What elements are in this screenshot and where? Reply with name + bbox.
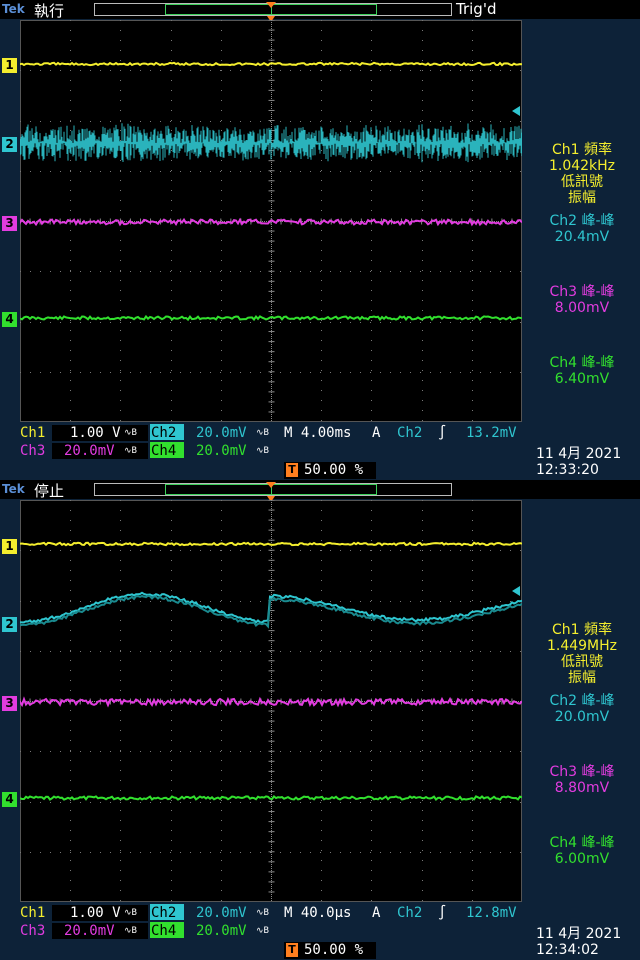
run-state: 執行 xyxy=(34,2,65,20)
measurement-panel: Ch1 頻率 1.042kHz 低訊號 振幅 Ch2 峰-峰 20.4mV Ch… xyxy=(524,20,640,420)
ch1-bandwidth-icon: ∿B xyxy=(124,428,137,438)
trigger-level[interactable]: 12.8mV xyxy=(466,904,517,922)
ch4-scale[interactable]: 20.0mV xyxy=(196,442,247,460)
waveform-display xyxy=(20,500,522,902)
waveform-traces xyxy=(20,541,522,801)
ch1-trace xyxy=(20,61,522,67)
trigger-level-arrow-icon[interactable] xyxy=(512,106,520,116)
trigger-t-icon: T xyxy=(286,943,298,957)
title-bar: Tek 停止 xyxy=(0,480,640,500)
ch2-bandwidth-icon: ∿B xyxy=(256,428,269,438)
status-row-1: Ch1 1.00 V ∿B Ch2 20.0mV ∿B M 4.00ms A C… xyxy=(0,424,530,442)
ch1-scale[interactable]: 1.00 V xyxy=(70,904,121,922)
ch2-label[interactable]: Ch2 xyxy=(151,904,176,922)
run-state: 停止 xyxy=(34,482,65,500)
ch3-scale[interactable]: 20.0mV xyxy=(64,442,115,460)
ch4-label[interactable]: Ch4 xyxy=(151,442,176,460)
ch2-bandwidth-icon: ∿B xyxy=(256,908,269,918)
ch2-scale[interactable]: 20.0mV xyxy=(196,904,247,922)
trigger-level-arrow-icon[interactable] xyxy=(512,586,520,596)
ch3-label[interactable]: Ch3 xyxy=(20,922,45,940)
ch3-ground-marker[interactable]: 3 xyxy=(2,216,17,231)
ch4-bandwidth-icon: ∿B xyxy=(256,446,269,456)
date: 11 4月 2021 xyxy=(536,926,622,942)
time: 12:34:02 xyxy=(536,942,599,958)
ch3-scale[interactable]: 20.0mV xyxy=(64,922,115,940)
ch4-bandwidth-icon: ∿B xyxy=(256,926,269,936)
datetime: 11 4月 2021 12:33:20 xyxy=(536,446,640,478)
ch1-trace xyxy=(20,541,522,547)
measurement-ch2-pk-pk: Ch2 峰-峰 20.0mV xyxy=(549,693,615,725)
measurement-ch3-pk-pk: Ch3 峰-峰 8.00mV xyxy=(549,284,615,316)
measurement-ch1-frequency: Ch1 頻率 1.042kHz 低訊號 振幅 xyxy=(548,142,616,206)
timebase[interactable]: M 40.0µs xyxy=(284,904,351,922)
tek-logo: Tek xyxy=(2,2,25,16)
scope-capture-1: Tek 執行 Trig'd T 1 2 3 4 Ch1 頻率 1.042kHz … xyxy=(0,0,640,480)
ch2-scale[interactable]: 20.0mV xyxy=(196,424,247,442)
status-row-1: Ch1 1.00 V ∿B Ch2 20.0mV ∿B M 40.0µs A C… xyxy=(0,904,530,922)
trigger-slope-icon: ∫ xyxy=(438,425,447,441)
measurement-ch3-pk-pk: Ch3 峰-峰 8.80mV xyxy=(549,764,615,796)
ch3-label[interactable]: Ch3 xyxy=(20,442,45,460)
ch2-ground-marker[interactable]: 2 xyxy=(2,137,17,152)
waveform-display xyxy=(20,20,522,422)
trigger-mode: A xyxy=(372,905,381,921)
ch4-scale[interactable]: 20.0mV xyxy=(196,922,247,940)
timebase[interactable]: M 4.00ms xyxy=(284,424,351,442)
ch1-label[interactable]: Ch1 xyxy=(20,904,45,922)
measurement-panel: Ch1 頻率 1.449MHz 低訊號 振幅 Ch2 峰-峰 20.0mV Ch… xyxy=(524,500,640,900)
ch3-ground-marker[interactable]: 3 xyxy=(2,696,17,711)
ch4-trace xyxy=(20,314,522,322)
status-row-2: Ch3 20.0mV ∿B Ch4 20.0mV ∿B xyxy=(0,922,530,940)
ch2-trace xyxy=(20,123,522,163)
ch4-ground-marker[interactable]: 4 xyxy=(2,792,17,807)
datetime: 11 4月 2021 12:34:02 xyxy=(536,926,640,958)
ch1-label[interactable]: Ch1 xyxy=(20,424,45,442)
ch4-ground-marker[interactable]: 4 xyxy=(2,312,17,327)
trigger-status: Trig'd xyxy=(456,0,497,18)
ch3-bandwidth-icon: ∿B xyxy=(124,446,137,456)
measurement-ch4-pk-pk: Ch4 峰-峰 6.40mV xyxy=(549,355,615,387)
trigger-slope-icon: ∫ xyxy=(438,905,447,921)
measurement-ch2-pk-pk: Ch2 峰-峰 20.4mV xyxy=(549,213,615,245)
ch1-scale[interactable]: 1.00 V xyxy=(70,424,121,442)
measurement-ch4-pk-pk: Ch4 峰-峰 6.00mV xyxy=(549,835,615,867)
trigger-level[interactable]: 13.2mV xyxy=(466,424,517,442)
measurement-ch1-frequency: Ch1 頻率 1.449MHz 低訊號 振幅 xyxy=(546,622,618,686)
ch3-bandwidth-icon: ∿B xyxy=(124,926,137,936)
tek-logo: Tek xyxy=(2,482,25,496)
ch2-label[interactable]: Ch2 xyxy=(151,424,176,442)
ch2-ground-marker[interactable]: 2 xyxy=(2,617,17,632)
ch4-label[interactable]: Ch4 xyxy=(151,922,176,940)
trigger-source[interactable]: Ch2 xyxy=(397,904,422,922)
trigger-position-readout[interactable]: T 50.00 % xyxy=(284,462,376,479)
title-bar: Tek 執行 Trig'd xyxy=(0,0,640,20)
ch4-trace xyxy=(20,794,522,801)
trigger-source[interactable]: Ch2 xyxy=(397,424,422,442)
trigger-position-readout[interactable]: T 50.00 % xyxy=(284,942,376,959)
trigger-mode: A xyxy=(372,425,381,441)
ch1-ground-marker[interactable]: 1 xyxy=(2,58,17,73)
ch3-trace xyxy=(20,696,522,708)
ch1-ground-marker[interactable]: 1 xyxy=(2,539,17,554)
ch2-trace xyxy=(20,594,522,629)
date: 11 4月 2021 xyxy=(536,446,622,462)
time: 12:33:20 xyxy=(536,462,599,478)
status-row-2: Ch3 20.0mV ∿B Ch4 20.0mV ∿B xyxy=(0,442,530,460)
ch1-bandwidth-icon: ∿B xyxy=(124,908,137,918)
waveform-traces xyxy=(20,61,522,322)
ch3-trace xyxy=(20,217,522,227)
trigger-t-icon: T xyxy=(286,463,298,477)
scope-capture-2: Tek 停止 T 1 2 3 4 Ch1 頻率 1.449MHz 低訊號 振幅 … xyxy=(0,480,640,960)
